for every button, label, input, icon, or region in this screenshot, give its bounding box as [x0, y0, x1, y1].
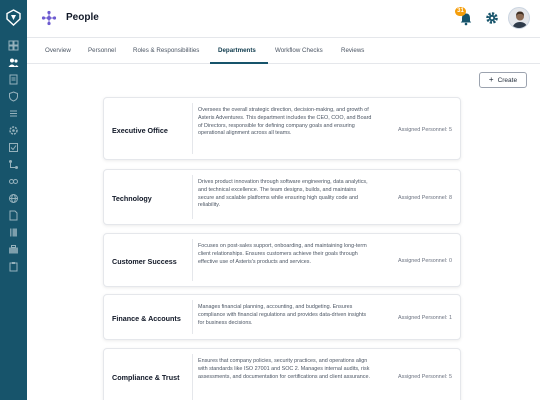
department-description: Drives product innovation through softwa… — [198, 179, 368, 209]
department-description: Ensures that company policies, security … — [198, 358, 370, 380]
card-divider — [192, 354, 193, 400]
department-description: Focuses on post-sales support, onboardin… — [198, 243, 367, 265]
department-card-finance-accounts[interactable]: Finance & Accounts Manages financial pla… — [103, 294, 461, 340]
department-name: Executive Office — [112, 126, 168, 135]
shield-icon[interactable] — [8, 91, 19, 102]
tab-departments[interactable]: Departments — [218, 47, 256, 54]
tab-bar: Overview Personnel Roles & Responsibilit… — [27, 38, 540, 64]
department-description: Oversees the overall strategic direction… — [198, 107, 372, 137]
dashboard-icon[interactable] — [8, 40, 19, 51]
tab-workflow-checks[interactable]: Workflow Checks — [275, 47, 323, 54]
department-description: Manages financial planning, accounting, … — [198, 304, 367, 326]
settings-gear-icon[interactable] — [485, 11, 499, 25]
assigned-personnel: Assigned Personnel: 1 — [398, 315, 452, 321]
card-divider — [192, 103, 193, 154]
notification-badge: 31 — [455, 7, 466, 16]
document-icon[interactable] — [8, 74, 19, 85]
department-card-technology[interactable]: Technology Drives product innovation thr… — [103, 169, 461, 225]
department-card-compliance-trust[interactable]: Compliance & Trust Ensures that company … — [103, 348, 461, 400]
create-button[interactable]: + Create — [479, 72, 527, 88]
assigned-personnel: Assigned Personnel: 8 — [398, 195, 452, 201]
tab-reviews[interactable]: Reviews — [341, 47, 364, 54]
department-name: Customer Success — [112, 257, 177, 266]
globe-icon[interactable] — [8, 193, 19, 204]
sidebar — [0, 0, 27, 400]
department-name: Finance & Accounts — [112, 314, 181, 323]
card-divider — [192, 175, 193, 219]
page-title: People — [66, 12, 99, 23]
assigned-personnel: Assigned Personnel: 0 — [398, 258, 452, 264]
card-divider — [192, 300, 193, 334]
briefcase-icon[interactable] — [8, 244, 19, 255]
active-tab-indicator — [210, 62, 268, 64]
tab-personnel[interactable]: Personnel — [88, 47, 116, 54]
plus-icon: + — [488, 75, 494, 84]
workflow-icon[interactable] — [8, 159, 19, 170]
file-icon[interactable] — [8, 210, 19, 221]
assigned-personnel: Assigned Personnel: 5 — [398, 374, 452, 380]
avatar[interactable] — [508, 7, 530, 29]
people-icon[interactable] — [8, 57, 19, 68]
top-bar: People 31 — [27, 0, 540, 38]
department-name: Compliance & Trust — [112, 373, 180, 382]
link-icon[interactable] — [8, 176, 19, 187]
list-icon[interactable] — [8, 108, 19, 119]
checklist-icon[interactable] — [8, 142, 19, 153]
create-button-label: Create — [497, 76, 518, 84]
card-divider — [192, 239, 193, 281]
department-card-customer-success[interactable]: Customer Success Focuses on post-sales s… — [103, 233, 461, 287]
brand-logo-icon[interactable] — [4, 8, 23, 27]
tab-overview[interactable]: Overview — [45, 47, 71, 54]
book-icon[interactable] — [8, 227, 19, 238]
people-module-icon — [41, 10, 57, 26]
department-card-executive-office[interactable]: Executive Office Oversees the overall st… — [103, 97, 461, 160]
assigned-personnel: Assigned Personnel: 5 — [398, 127, 452, 133]
tab-roles-responsibilities[interactable]: Roles & Responsibilities — [133, 47, 199, 54]
department-name: Technology — [112, 194, 152, 203]
clipboard-icon[interactable] — [8, 261, 19, 272]
gear-nav-icon[interactable] — [8, 125, 19, 136]
